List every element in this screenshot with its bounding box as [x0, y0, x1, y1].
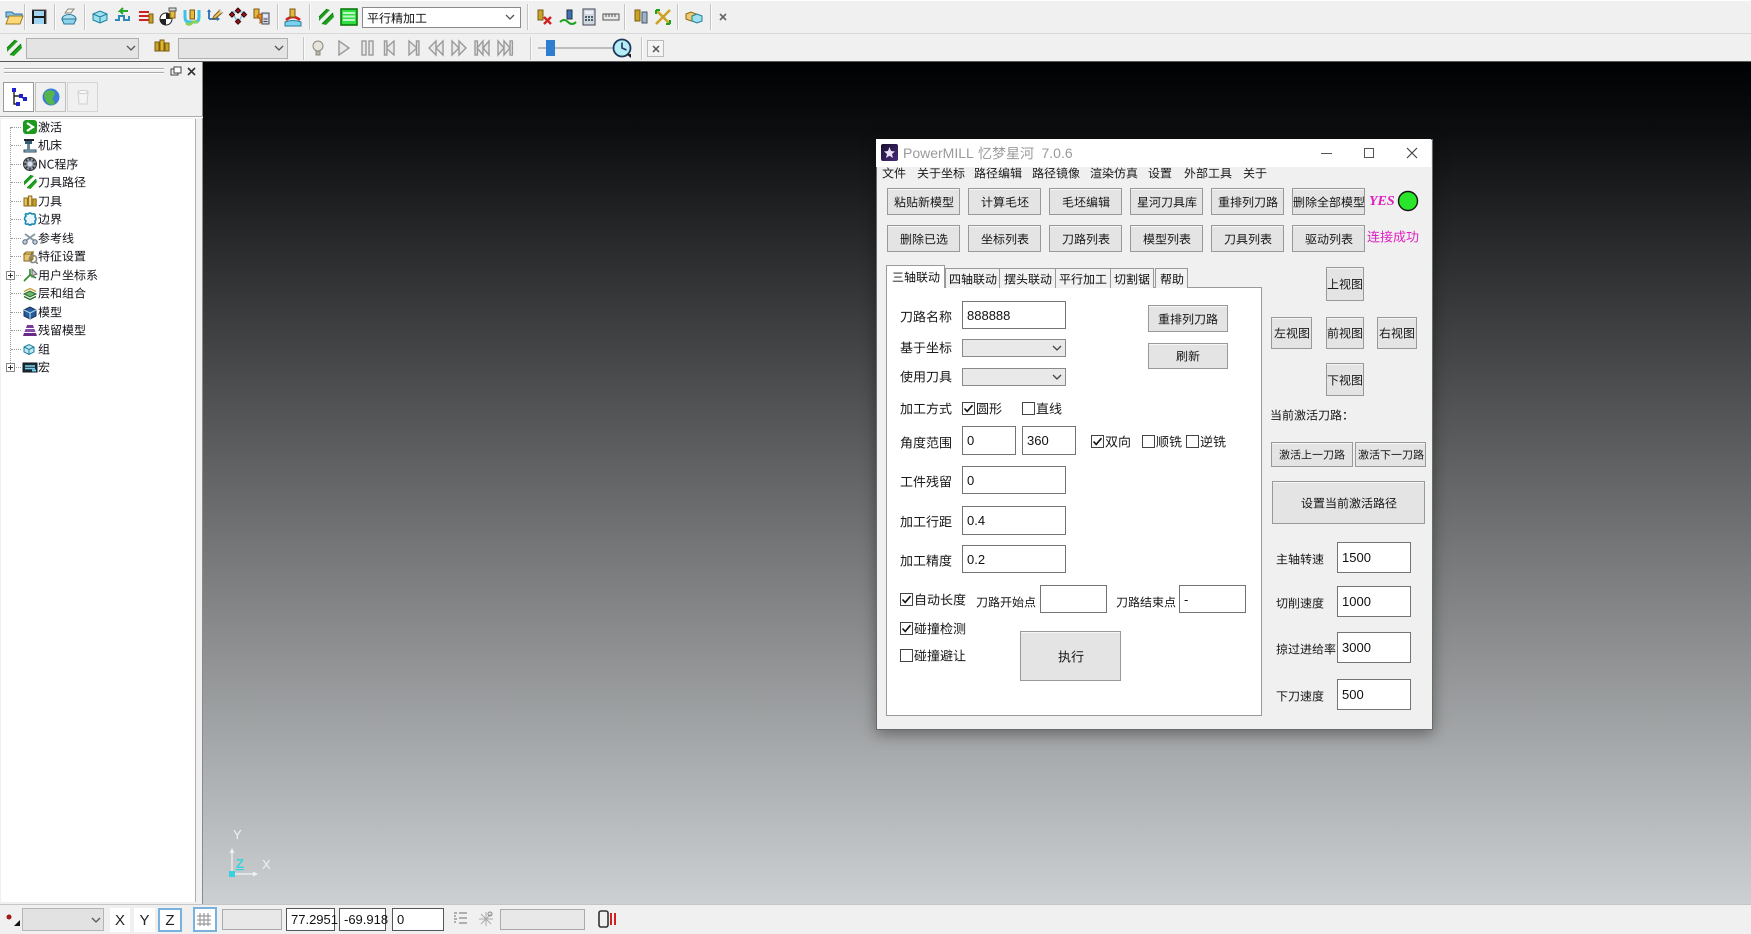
svg-text:X: X [262, 857, 271, 872]
svg-text:Y: Y [233, 827, 242, 842]
svg-text:Z: Z [236, 856, 244, 871]
